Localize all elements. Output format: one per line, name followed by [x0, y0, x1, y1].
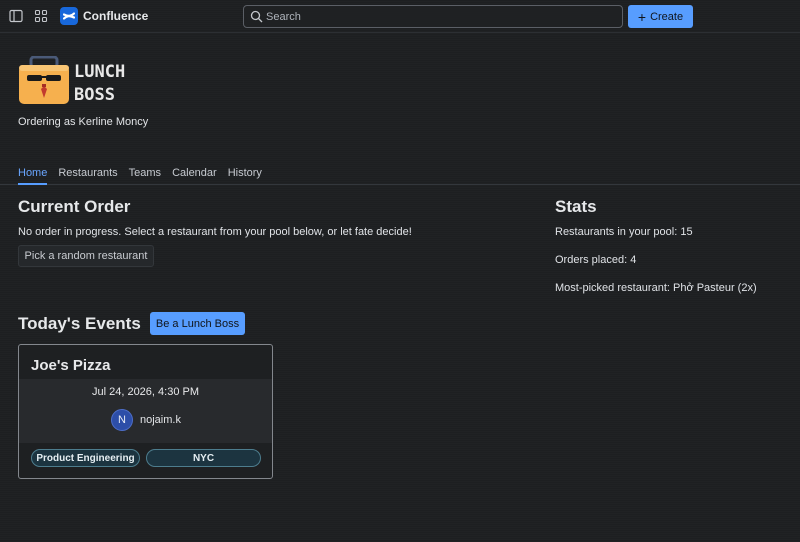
stats-orders-placed: Orders placed: 4	[555, 254, 637, 266]
search-icon	[250, 10, 263, 28]
event-details: Jul 24, 2026, 4:30 PM N nojaim.k	[19, 379, 272, 443]
avatar: N	[111, 409, 133, 431]
event-restaurant-name: Joe's Pizza	[31, 357, 111, 374]
brand-name[interactable]: Confluence	[83, 9, 148, 23]
pick-random-restaurant-button[interactable]: Pick a random restaurant	[18, 245, 154, 267]
event-card[interactable]: Joe's Pizza Jul 24, 2026, 4:30 PM N noja…	[18, 344, 273, 479]
stats-pool-count: Restaurants in your pool: 15	[555, 226, 693, 238]
lunch-boss-logo	[18, 55, 70, 106]
event-datetime: Jul 24, 2026, 4:30 PM	[91, 386, 199, 398]
plus-icon: +	[637, 8, 647, 25]
tab-calendar[interactable]: Calendar	[172, 167, 217, 185]
tab-home[interactable]: Home	[18, 167, 48, 185]
tab-teams[interactable]: Teams	[129, 167, 161, 185]
stats-heading: Stats	[555, 197, 597, 216]
create-button-label: Create	[650, 10, 684, 23]
logo-word-lunch: LUNCH	[74, 62, 126, 82]
tag-nyc: NYC	[146, 449, 261, 467]
search-box[interactable]	[243, 5, 623, 28]
stats-most-picked: Most-picked restaurant: Phở Pasteur (2x)	[555, 282, 757, 294]
main-tabs: Home Restaurants Teams Calendar History	[18, 167, 262, 185]
event-organizer-username: nojaim.k	[140, 414, 181, 426]
create-button[interactable]: + Create	[628, 5, 693, 28]
todays-events-heading: Today's Events	[18, 314, 141, 333]
be-a-lunch-boss-button[interactable]: Be a Lunch Boss	[150, 312, 245, 335]
ordering-as-text: Ordering as Kerline Moncy	[18, 116, 149, 128]
top-navigation-bar: Confluence + Create	[0, 0, 800, 33]
current-order-heading: Current Order	[18, 197, 131, 216]
search-input[interactable]	[266, 8, 616, 25]
tab-restaurants[interactable]: Restaurants	[58, 167, 117, 185]
tab-history[interactable]: History	[228, 167, 262, 185]
confluence-logo-icon[interactable]	[60, 7, 78, 25]
app-switcher-icon[interactable]	[34, 9, 48, 23]
current-order-message: No order in progress. Select a restauran…	[18, 226, 412, 238]
logo-word-boss: BOSS	[74, 85, 115, 105]
tag-product-engineering: Product Engineering	[31, 449, 140, 467]
sidebar-toggle-icon[interactable]	[9, 9, 23, 23]
